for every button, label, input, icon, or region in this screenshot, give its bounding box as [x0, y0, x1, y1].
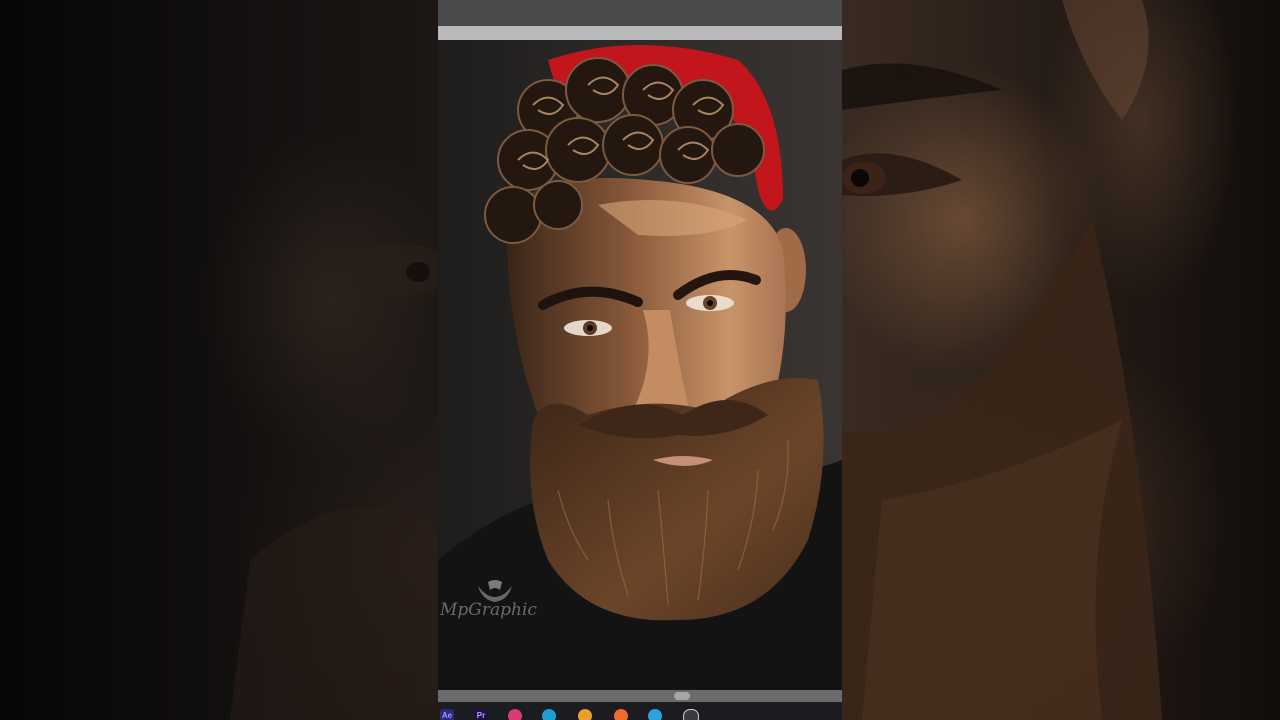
watermark: MpGraphic	[440, 578, 550, 638]
artboard-canvas[interactable]: MpGraphic	[438, 40, 842, 690]
app-label: Pr	[476, 711, 486, 720]
firefox-icon[interactable]	[614, 709, 628, 720]
telegram-icon[interactable]	[648, 709, 662, 720]
premiere-pro-icon[interactable]: Pr	[474, 709, 488, 720]
blurred-face-left	[230, 244, 438, 720]
watermark-text: MpGraphic	[440, 600, 537, 620]
grammarly-icon[interactable]	[508, 709, 522, 720]
control-toolbar[interactable]	[438, 26, 842, 40]
blurred-face-right	[842, 0, 1162, 720]
title-bar	[438, 0, 842, 26]
chrome-icon[interactable]	[578, 709, 592, 720]
after-effects-icon[interactable]: Ae	[440, 709, 454, 720]
blurred-background-left	[0, 0, 438, 720]
windows-taskbar: Ae Pr	[438, 702, 842, 720]
blurred-background-right	[842, 0, 1280, 720]
obs-icon[interactable]	[683, 709, 699, 720]
scrollbar-thumb[interactable]	[674, 692, 690, 700]
horizontal-scrollbar[interactable]	[438, 690, 842, 702]
app-label: Ae	[441, 711, 453, 720]
edge-icon[interactable]	[542, 709, 556, 720]
illustrator-window: MpGraphic Ae Pr	[438, 0, 842, 720]
